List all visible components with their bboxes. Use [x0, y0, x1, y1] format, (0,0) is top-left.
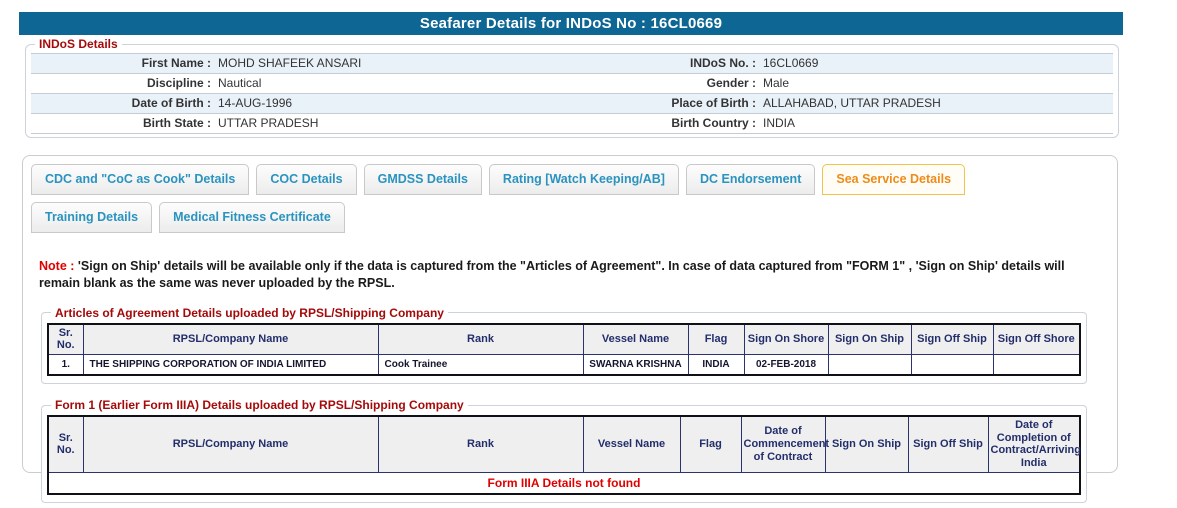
- indos-details-legend: INDoS Details: [35, 37, 122, 51]
- form1-empty-message: Form IIIA Details not found: [48, 472, 1080, 494]
- discipline-label: Discipline :: [31, 74, 211, 93]
- indos-details-rows: First Name : MOHD SHAFEEK ANSARI INDoS N…: [31, 53, 1113, 134]
- cell-sign-off-shore: [993, 355, 1080, 376]
- gender-value: Male: [756, 74, 1113, 93]
- col-flag: Flag: [680, 416, 741, 472]
- cell-rank: Cook Trainee: [378, 355, 583, 376]
- form1-details-table: Sr. No. RPSL/Company Name Rank Vessel Na…: [47, 415, 1081, 495]
- col-rank: Rank: [378, 416, 583, 472]
- place-of-birth-value: ALLAHABAD, UTTAR PRADESH: [756, 94, 1113, 113]
- form1-table-header-row: Sr. No. RPSL/Company Name Rank Vessel Na…: [48, 416, 1080, 472]
- detail-row-name-indos: First Name : MOHD SHAFEEK ANSARI INDoS N…: [31, 54, 1113, 74]
- cell-sign-off-ship: [911, 355, 993, 376]
- form1-details-fieldset: Form 1 (Earlier Form IIIA) Details uploa…: [41, 398, 1087, 503]
- birth-state-label: Birth State :: [31, 114, 211, 133]
- tab-gmdss-details[interactable]: GMDSS Details: [364, 164, 482, 195]
- col-sign-on-shore: Sign On Shore: [744, 324, 828, 355]
- first-name-label: First Name :: [31, 54, 211, 73]
- agreement-table-row: 1. THE SHIPPING CORPORATION OF INDIA LIM…: [48, 355, 1080, 376]
- indos-no-value: 16CL0669: [756, 54, 1113, 73]
- tab-content-container: CDC and "CoC as Cook" Details COC Detail…: [22, 155, 1118, 473]
- gender-label: Gender :: [586, 74, 756, 93]
- tab-cdc-coc-cook-details[interactable]: CDC and "CoC as Cook" Details: [31, 164, 249, 195]
- detail-row-dob-pob: Date of Birth : 14-AUG-1996 Place of Bir…: [31, 94, 1113, 114]
- discipline-value: Nautical: [211, 74, 586, 93]
- tab-rating-watch-keeping[interactable]: Rating [Watch Keeping/AB]: [489, 164, 679, 195]
- indos-details-fieldset: INDoS Details First Name : MOHD SHAFEEK …: [25, 37, 1119, 138]
- col-flag: Flag: [688, 324, 744, 355]
- place-of-birth-label: Place of Birth :: [586, 94, 756, 113]
- col-date-commencement-contract: Date of Commencement of Contract: [741, 416, 825, 472]
- cell-vessel-name: SWARNA KRISHNA: [583, 355, 688, 376]
- birth-state-value: UTTAR PRADESH: [211, 114, 586, 133]
- first-name-value: MOHD SHAFEEK ANSARI: [211, 54, 586, 73]
- tab-strip: CDC and "CoC as Cook" Details COC Detail…: [31, 164, 1091, 233]
- col-sr-no: Sr. No.: [48, 324, 83, 355]
- col-sign-on-ship: Sign On Ship: [828, 324, 911, 355]
- note-label: Note :: [39, 259, 74, 273]
- tab-medical-fitness-certificate[interactable]: Medical Fitness Certificate: [159, 202, 345, 233]
- col-vessel-name: Vessel Name: [583, 416, 680, 472]
- cell-company-name: THE SHIPPING CORPORATION OF INDIA LIMITE…: [83, 355, 378, 376]
- col-date-completion-contract: Date of Completion of Contract/Arriving …: [988, 416, 1080, 472]
- col-rpsl-company-name: RPSL/Company Name: [83, 416, 378, 472]
- col-rank: Rank: [378, 324, 583, 355]
- form1-details-legend: Form 1 (Earlier Form IIIA) Details uploa…: [51, 398, 468, 412]
- form1-empty-row: Form IIIA Details not found: [48, 472, 1080, 494]
- page-title: Seafarer Details for INDoS No : 16CL0669: [19, 12, 1123, 35]
- col-rpsl-company-name: RPSL/Company Name: [83, 324, 378, 355]
- birth-country-value: INDIA: [756, 114, 1113, 133]
- agreement-table-header-row: Sr. No. RPSL/Company Name Rank Vessel Na…: [48, 324, 1080, 355]
- col-sr-no: Sr. No.: [48, 416, 83, 472]
- cell-sign-on-shore: 02-FEB-2018: [744, 355, 828, 376]
- cell-sr-no: 1.: [48, 355, 83, 376]
- col-sign-off-shore: Sign Off Shore: [993, 324, 1080, 355]
- agreement-details-table: Sr. No. RPSL/Company Name Rank Vessel Na…: [47, 323, 1081, 376]
- col-vessel-name: Vessel Name: [583, 324, 688, 355]
- date-of-birth-value: 14-AUG-1996: [211, 94, 586, 113]
- detail-row-discipline-gender: Discipline : Nautical Gender : Male: [31, 74, 1113, 94]
- col-sign-on-ship: Sign On Ship: [825, 416, 908, 472]
- agreement-details-legend: Articles of Agreement Details uploaded b…: [51, 306, 448, 320]
- birth-country-label: Birth Country :: [586, 114, 756, 133]
- cell-sign-on-ship: [828, 355, 911, 376]
- cell-flag: INDIA: [688, 355, 744, 376]
- detail-row-state-country: Birth State : UTTAR PRADESH Birth Countr…: [31, 114, 1113, 134]
- date-of-birth-label: Date of Birth :: [31, 94, 211, 113]
- tab-coc-details[interactable]: COC Details: [256, 164, 356, 195]
- tab-training-details[interactable]: Training Details: [31, 202, 152, 233]
- tab-dc-endorsement[interactable]: DC Endorsement: [686, 164, 815, 195]
- tab-sea-service-details[interactable]: Sea Service Details: [822, 164, 965, 195]
- agreement-details-fieldset: Articles of Agreement Details uploaded b…: [41, 306, 1087, 384]
- col-sign-off-ship: Sign Off Ship: [911, 324, 993, 355]
- col-sign-off-ship: Sign Off Ship: [908, 416, 988, 472]
- note-text: 'Sign on Ship' details will be available…: [39, 259, 1065, 290]
- indos-no-label: INDoS No. :: [586, 54, 756, 73]
- sign-on-ship-note: Note : 'Sign on Ship' details will be av…: [39, 258, 1099, 292]
